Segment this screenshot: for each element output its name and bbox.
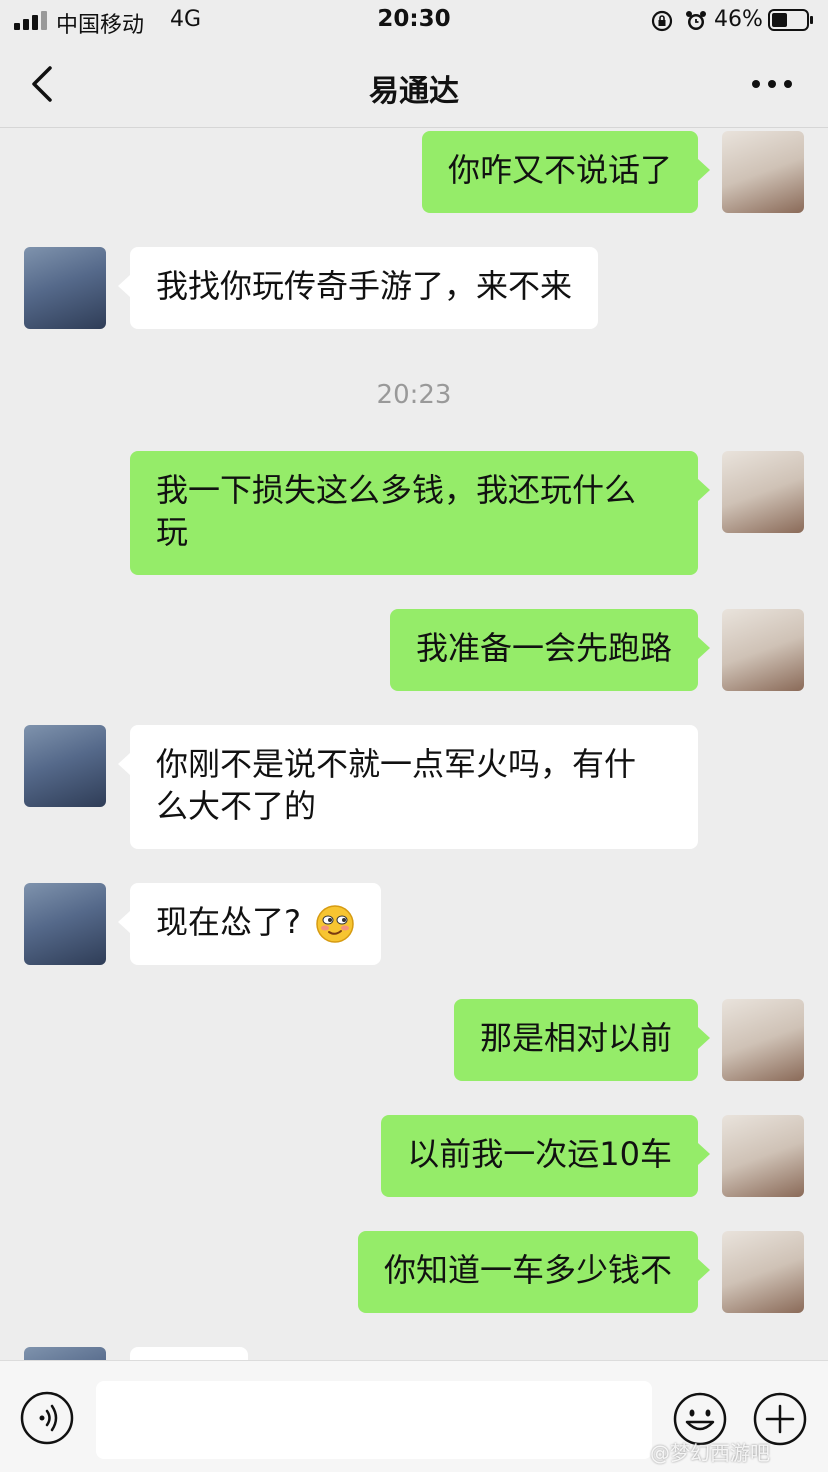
message-text: 我找你玩传奇手游了，来不来 — [156, 267, 573, 305]
avatar-other[interactable] — [24, 247, 106, 329]
message-bubble-self[interactable]: 我一下损失这么多钱，我还玩什么 玩 — [130, 451, 710, 575]
message-bubble-other[interactable] — [130, 1347, 248, 1360]
message-bubble-self[interactable]: 你咋又不说话了 — [421, 131, 711, 213]
message-bubble-self[interactable]: 以前我一次运10车 — [381, 1115, 710, 1197]
message-list[interactable]: 你咋又不说话了 我找你玩传奇手游了，来不来 20:23 我一下损失这么多钱，我还… — [0, 128, 828, 1360]
watermark-text: @梦幻西游吧 — [650, 1441, 770, 1465]
status-bar: 中国移动 4G 20:30 46% — [0, 0, 828, 44]
avatar-other[interactable] — [24, 1347, 106, 1360]
alarm-icon — [686, 11, 706, 30]
message-bubble-other[interactable]: 你刚不是说不就一点军火吗，有什 么大不了的 — [118, 725, 698, 849]
orientation-lock-icon — [651, 10, 673, 32]
message-text: 以前我一次运10车 — [407, 1135, 672, 1173]
message-text-line: 玩 — [156, 513, 189, 551]
message-text-line: 我一下损失这么多钱，我还玩什么 — [156, 471, 637, 509]
message-bubble-self[interactable]: 你知道一车多少钱不 — [357, 1231, 711, 1313]
more-dots-icon[interactable] — [750, 72, 794, 96]
avatar-self[interactable] — [722, 1115, 804, 1197]
smug-face-emoji-icon — [316, 905, 354, 943]
input-bar: @梦幻西游吧 — [0, 1360, 828, 1472]
battery-icon — [768, 9, 813, 31]
message-bubble-self[interactable]: 我准备一会先跑路 — [389, 609, 711, 691]
avatar-self[interactable] — [722, 1231, 804, 1313]
avatar-self[interactable] — [722, 609, 804, 691]
avatar-other[interactable] — [24, 725, 106, 807]
message-text-line: 你刚不是说不就一点军火吗，有什 — [156, 745, 637, 783]
avatar-self[interactable] — [722, 131, 804, 213]
message-timestamp: 20:23 — [376, 380, 452, 410]
message-text: 我准备一会先跑路 — [415, 629, 672, 667]
voice-icon[interactable] — [20, 1391, 74, 1445]
message-text-line: 么大不了的 — [156, 787, 317, 825]
avatar-self[interactable] — [722, 451, 804, 533]
avatar-other[interactable] — [24, 883, 106, 965]
message-bubble-self[interactable]: 那是相对以前 — [453, 999, 711, 1081]
avatar-self[interactable] — [722, 999, 804, 1081]
message-text: 那是相对以前 — [479, 1019, 672, 1057]
chat-header: 易通达 — [0, 44, 828, 128]
message-text: 你知道一车多少钱不 — [383, 1251, 672, 1289]
message-bubble-other[interactable]: 我找你玩传奇手游了，来不来 — [117, 247, 599, 329]
message-input[interactable] — [96, 1381, 652, 1459]
message-text: 你咋又不说话了 — [447, 151, 672, 189]
message-text: 现在怂了? — [156, 903, 301, 941]
battery-percent: 46% — [714, 7, 763, 32]
chat-title: 易通达 — [369, 74, 459, 109]
message-bubble-other[interactable]: 现在怂了? — [117, 883, 382, 965]
